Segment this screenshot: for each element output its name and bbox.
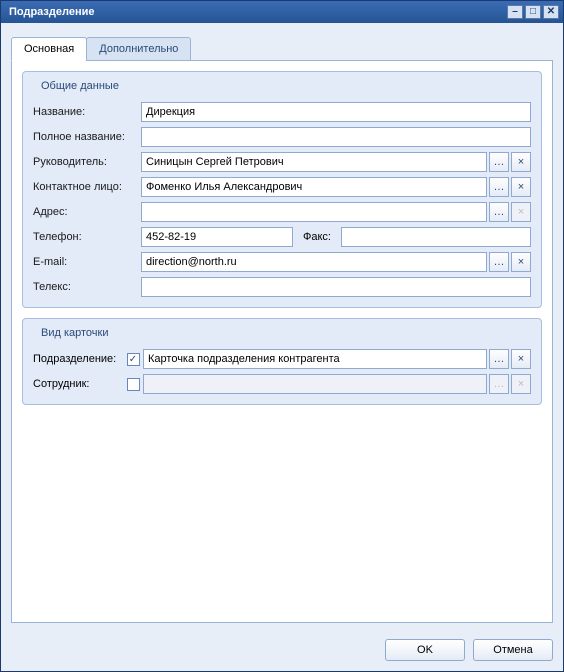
input-name[interactable] — [141, 102, 531, 122]
row-full-name: Полное название: — [33, 127, 531, 147]
tab-main[interactable]: Основная — [11, 37, 87, 61]
group-card: Вид карточки Подразделение: ✓ … × Сотруд… — [22, 318, 542, 405]
ellipsis-icon: … — [494, 182, 505, 193]
group-card-title: Вид карточки — [37, 327, 112, 339]
cancel-button[interactable]: Отмена — [473, 639, 553, 661]
input-telex[interactable] — [141, 277, 531, 297]
label-address: Адрес: — [33, 206, 141, 218]
input-manager[interactable] — [141, 152, 487, 172]
row-telex: Телекс: — [33, 277, 531, 297]
spacer — [22, 415, 542, 612]
row-card-employee: Сотрудник: ✓ … × — [33, 374, 531, 394]
ellipsis-icon: … — [494, 207, 505, 218]
client-area: Основная Дополнительно Общие данные Назв… — [1, 23, 563, 631]
row-address: Адрес: … × — [33, 202, 531, 222]
row-phone-fax: Телефон: Факс: — [33, 227, 531, 247]
titlebar: Подразделение – □ ✕ — [1, 1, 563, 23]
checkbox-employee[interactable]: ✓ — [127, 378, 140, 391]
row-contact: Контактное лицо: … × — [33, 177, 531, 197]
label-card-department: Подразделение: — [33, 353, 123, 365]
manager-browse-button[interactable]: … — [489, 152, 509, 172]
input-email[interactable] — [141, 252, 487, 272]
tabs-header: Основная Дополнительно — [11, 37, 553, 61]
input-full-name[interactable] — [141, 127, 531, 147]
label-full-name: Полное название: — [33, 131, 141, 143]
email-clear-button[interactable]: × — [511, 252, 531, 272]
label-email: E-mail: — [33, 256, 141, 268]
ellipsis-icon: … — [494, 257, 505, 268]
clear-icon: × — [518, 354, 524, 365]
tab-body-main: Общие данные Название: Полное название: … — [11, 60, 553, 623]
card-employee-browse-button: … — [489, 374, 509, 394]
ellipsis-icon: … — [494, 354, 505, 365]
row-email: E-mail: … × — [33, 252, 531, 272]
label-card-employee: Сотрудник: — [33, 378, 123, 390]
email-browse-button[interactable]: … — [489, 252, 509, 272]
contact-clear-button[interactable]: × — [511, 177, 531, 197]
maximize-button[interactable]: □ — [525, 5, 541, 19]
ok-button[interactable]: OK — [385, 639, 465, 661]
tab-additional[interactable]: Дополнительно — [86, 37, 191, 61]
checkbox-department[interactable]: ✓ — [127, 353, 140, 366]
input-address[interactable] — [141, 202, 487, 222]
label-contact: Контактное лицо: — [33, 181, 141, 193]
card-department-browse-button[interactable]: … — [489, 349, 509, 369]
address-browse-button[interactable]: … — [489, 202, 509, 222]
clear-icon: × — [518, 379, 524, 390]
clear-icon: × — [518, 157, 524, 168]
address-clear-button: × — [511, 202, 531, 222]
window-title: Подразделение — [9, 6, 505, 18]
bottom-bar: OK Отмена — [1, 631, 563, 671]
ellipsis-icon: … — [494, 157, 505, 168]
clear-icon: × — [518, 182, 524, 193]
label-name: Название: — [33, 106, 141, 118]
clear-icon: × — [518, 257, 524, 268]
group-common-title: Общие данные — [37, 80, 123, 92]
row-manager: Руководитель: … × — [33, 152, 531, 172]
input-card-employee — [143, 374, 487, 394]
row-name: Название: — [33, 102, 531, 122]
manager-clear-button[interactable]: × — [511, 152, 531, 172]
input-fax[interactable] — [341, 227, 531, 247]
row-card-department: Подразделение: ✓ … × — [33, 349, 531, 369]
contact-browse-button[interactable]: … — [489, 177, 509, 197]
input-contact[interactable] — [141, 177, 487, 197]
input-card-department[interactable] — [143, 349, 487, 369]
label-phone: Телефон: — [33, 231, 141, 243]
card-department-clear-button[interactable]: × — [511, 349, 531, 369]
window-root: Подразделение – □ ✕ Основная Дополнитель… — [0, 0, 564, 672]
close-button[interactable]: ✕ — [543, 5, 559, 19]
ellipsis-icon: … — [494, 379, 505, 390]
card-employee-clear-button: × — [511, 374, 531, 394]
minimize-button[interactable]: – — [507, 5, 523, 19]
label-fax: Факс: — [293, 231, 341, 243]
input-phone[interactable] — [141, 227, 293, 247]
group-common: Общие данные Название: Полное название: … — [22, 71, 542, 308]
label-telex: Телекс: — [33, 281, 141, 293]
label-manager: Руководитель: — [33, 156, 141, 168]
clear-icon: × — [518, 207, 524, 218]
